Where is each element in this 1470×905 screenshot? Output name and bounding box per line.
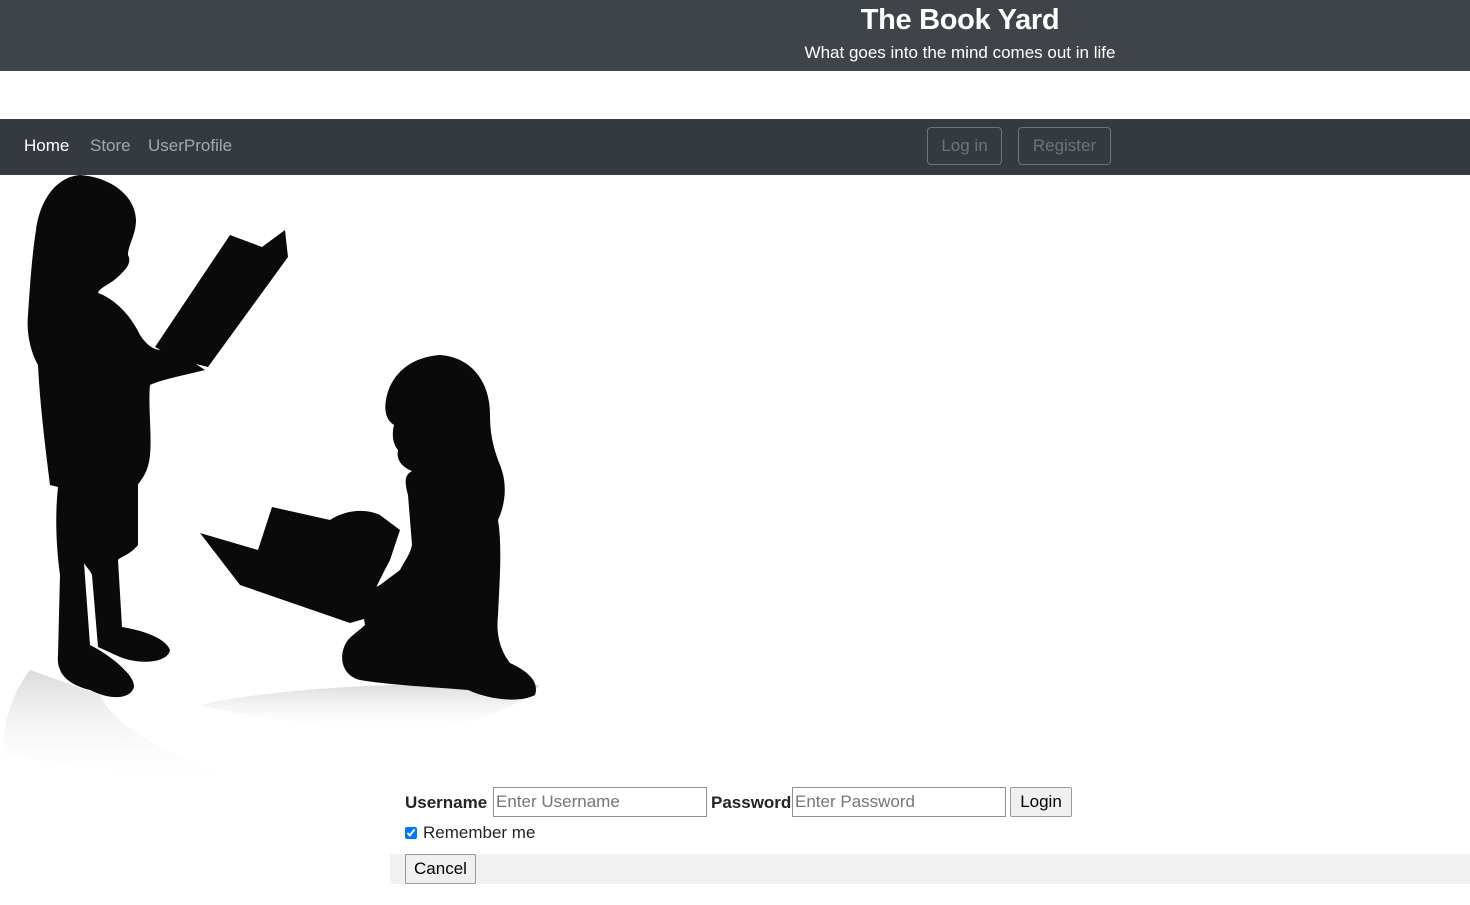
login-nav-button[interactable]: Log in xyxy=(927,127,1002,165)
site-header: The Book Yard What goes into the mind co… xyxy=(0,0,1470,71)
cancel-button[interactable]: Cancel xyxy=(405,854,476,884)
cancel-bar: Cancel xyxy=(390,854,1470,884)
remember-me[interactable]: Remember me xyxy=(405,823,535,843)
nav-link-store[interactable]: Store xyxy=(90,136,131,156)
site-tagline: What goes into the mind comes out in lif… xyxy=(804,43,1116,62)
children-reading-silhouette xyxy=(3,175,540,787)
login-form: Username Password Login Remember me Canc… xyxy=(390,784,1470,894)
remember-me-label: Remember me xyxy=(423,823,536,842)
register-nav-button[interactable]: Register xyxy=(1018,127,1111,165)
login-button[interactable]: Login xyxy=(1010,787,1072,817)
remember-me-checkbox[interactable] xyxy=(405,827,417,839)
main-navbar: Home Store UserProfile Log in Register xyxy=(0,119,1470,175)
hero-image xyxy=(0,175,560,795)
username-label: Username xyxy=(405,793,488,812)
password-input[interactable] xyxy=(792,787,1006,817)
password-label: Password xyxy=(711,793,792,812)
nav-link-userprofile[interactable]: UserProfile xyxy=(148,136,232,156)
username-input[interactable] xyxy=(493,787,707,817)
nav-link-home[interactable]: Home xyxy=(24,136,69,156)
site-title: The Book Yard xyxy=(860,4,1060,36)
